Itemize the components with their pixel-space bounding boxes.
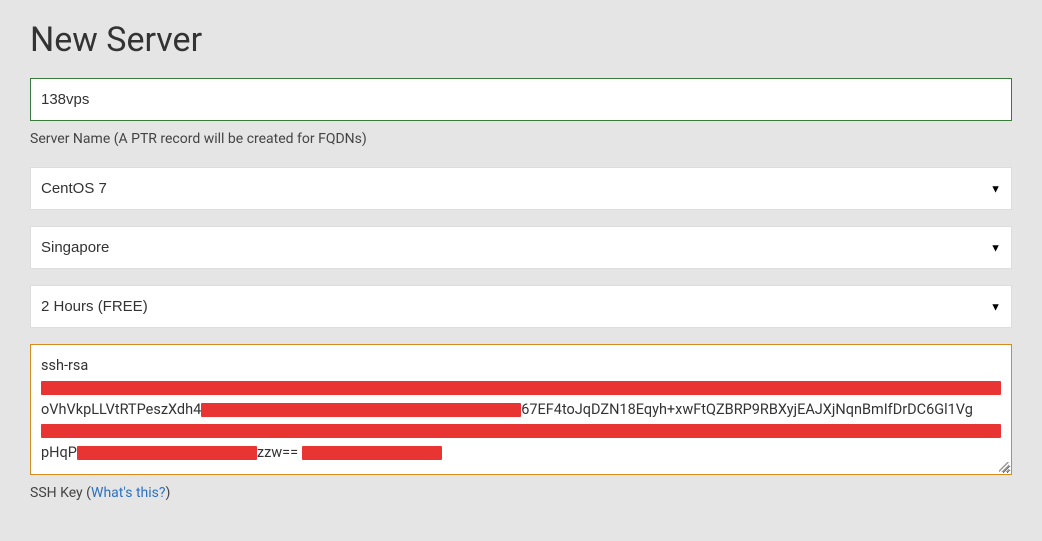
resize-handle-icon[interactable] [999, 462, 1009, 472]
duration-select-wrap: 2 Hours (FREE) ▼ [30, 285, 1012, 328]
redaction-bar [41, 381, 1001, 395]
server-name-group: Server Name (A PTR record will be create… [30, 78, 1012, 147]
region-select-wrap: Singapore ▼ [30, 226, 1012, 269]
ssh-key-group: ssh-rsa oVhVkpLLVtRTPeszXdh4 67EF4toJqDZN… [30, 344, 1012, 501]
redaction-bar [201, 403, 521, 417]
ssh-text: 67EF4toJqDZN18Eqyh+xwFtQZBRP9RBXyjEAJXjN… [521, 401, 973, 418]
server-name-help: Server Name (A PTR record will be create… [30, 131, 1012, 147]
region-select[interactable]: Singapore [31, 227, 1011, 268]
ssh-label-prefix: SSH Key ( [30, 485, 91, 501]
whats-this-link[interactable]: What's this? [91, 485, 165, 501]
server-name-input[interactable] [30, 78, 1012, 121]
os-select-wrap: CentOS 7 ▼ [30, 167, 1012, 210]
ssh-key-content: ssh-rsa oVhVkpLLVtRTPeszXdh4 67EF4toJqDZN… [41, 355, 1001, 464]
ssh-text: pHqP [41, 444, 77, 461]
page-title: New Server [30, 20, 1012, 60]
ssh-key-textarea[interactable]: ssh-rsa oVhVkpLLVtRTPeszXdh4 67EF4toJqDZN… [30, 344, 1012, 475]
ssh-text: ssh-rsa [41, 357, 88, 374]
ssh-text: oVhVkpLLVtRTPeszXdh4 [41, 401, 201, 418]
duration-select[interactable]: 2 Hours (FREE) [31, 286, 1011, 327]
ssh-text: zzw== [257, 444, 298, 461]
redaction-bar [41, 424, 1001, 438]
redaction-bar [302, 446, 442, 460]
os-select[interactable]: CentOS 7 [31, 168, 1011, 209]
ssh-label-suffix: ) [166, 485, 171, 501]
redaction-bar [77, 446, 257, 460]
ssh-key-help: SSH Key (What's this?) [30, 485, 1012, 501]
